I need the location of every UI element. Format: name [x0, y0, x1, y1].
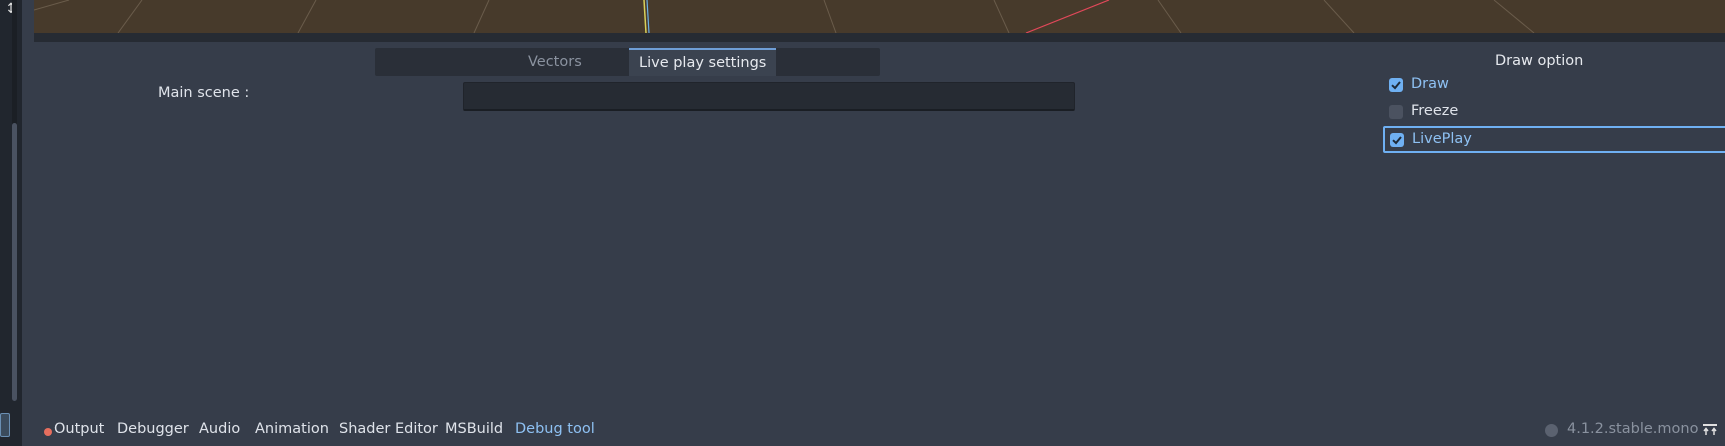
tab-live-play-settings[interactable]: Live play settings — [629, 48, 777, 76]
settings-tab-bar: Vectors Live play settings — [375, 48, 880, 76]
draw-checkbox[interactable]: Draw — [1383, 72, 1725, 99]
main-scene-input[interactable] — [463, 82, 1075, 111]
checkbox-checked-icon — [1390, 133, 1404, 147]
bottom-panel-bar: Output Debugger Audio Animation Shader E… — [34, 414, 1725, 446]
left-dock-strip: ↕ — [0, 0, 22, 446]
bottom-tab-msbuild[interactable]: MSBuild — [445, 421, 503, 437]
expand-panel-icon[interactable] — [1702, 423, 1718, 437]
freeze-checkbox-label: Freeze — [1411, 103, 1459, 119]
liveplay-checkbox[interactable]: LivePlay — [1383, 126, 1725, 153]
draw-checkbox-label: Draw — [1411, 76, 1449, 92]
update-spinner-icon[interactable] — [1545, 424, 1558, 437]
panel-splitter[interactable] — [34, 33, 1725, 42]
checkbox-checked-icon — [1389, 78, 1403, 92]
3d-viewport[interactable] — [34, 0, 1725, 33]
error-dot-icon — [44, 428, 52, 436]
bottom-tab-animation[interactable]: Animation — [255, 421, 329, 437]
dock-button[interactable] — [0, 413, 10, 437]
bottom-tab-debug-tool[interactable]: Debug tool — [515, 421, 595, 437]
debug-tool-panel: Vectors Live play settings Main scene : … — [34, 42, 1725, 414]
bottom-tab-shader-editor[interactable]: Shader Editor — [339, 421, 438, 437]
liveplay-checkbox-label: LivePlay — [1412, 131, 1472, 147]
version-label: 4.1.2.stable.mono — [1567, 421, 1699, 437]
checkbox-unchecked-icon — [1389, 105, 1403, 119]
viewport-grid — [34, 0, 1535, 33]
tab-vectors[interactable]: Vectors — [518, 48, 592, 76]
freeze-checkbox[interactable]: Freeze — [1383, 99, 1725, 126]
bottom-tab-audio[interactable]: Audio — [199, 421, 240, 437]
bottom-tab-debugger[interactable]: Debugger — [117, 421, 189, 437]
scrollbar-thumb[interactable] — [12, 123, 17, 401]
main-scene-label: Main scene : — [158, 85, 250, 101]
bottom-tab-output[interactable]: Output — [54, 421, 104, 437]
draw-option-title: Draw option — [1495, 53, 1584, 69]
sort-arrows-icon[interactable]: ↕ — [1, 0, 21, 18]
